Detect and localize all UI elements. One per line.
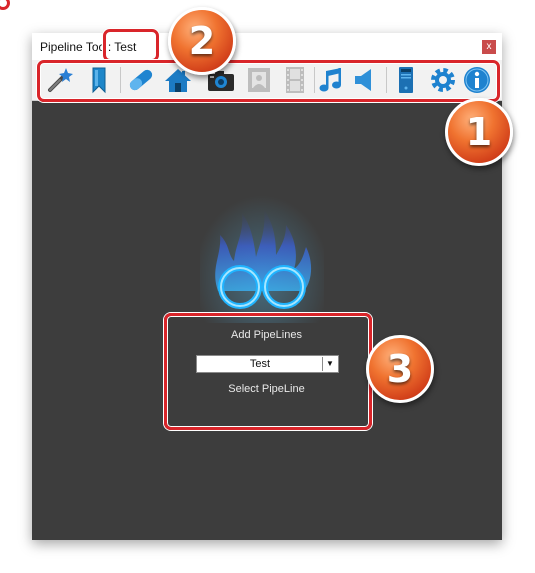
callout-badge-2: 2: [168, 7, 236, 75]
highlight-window-title: [103, 29, 159, 62]
callout-badge-3: 3: [366, 335, 434, 403]
highlight-pipeline-panel: [164, 313, 372, 430]
infinity-flame-logo: [200, 173, 324, 323]
highlight-toolbar: [37, 60, 500, 102]
callout-badge-1: 1: [445, 98, 513, 166]
corner-marker: [0, 0, 10, 10]
pipeline-tool-window: Pipeline Tool: Test x Add PipeLines Test…: [32, 33, 502, 540]
close-button[interactable]: x: [482, 40, 496, 54]
